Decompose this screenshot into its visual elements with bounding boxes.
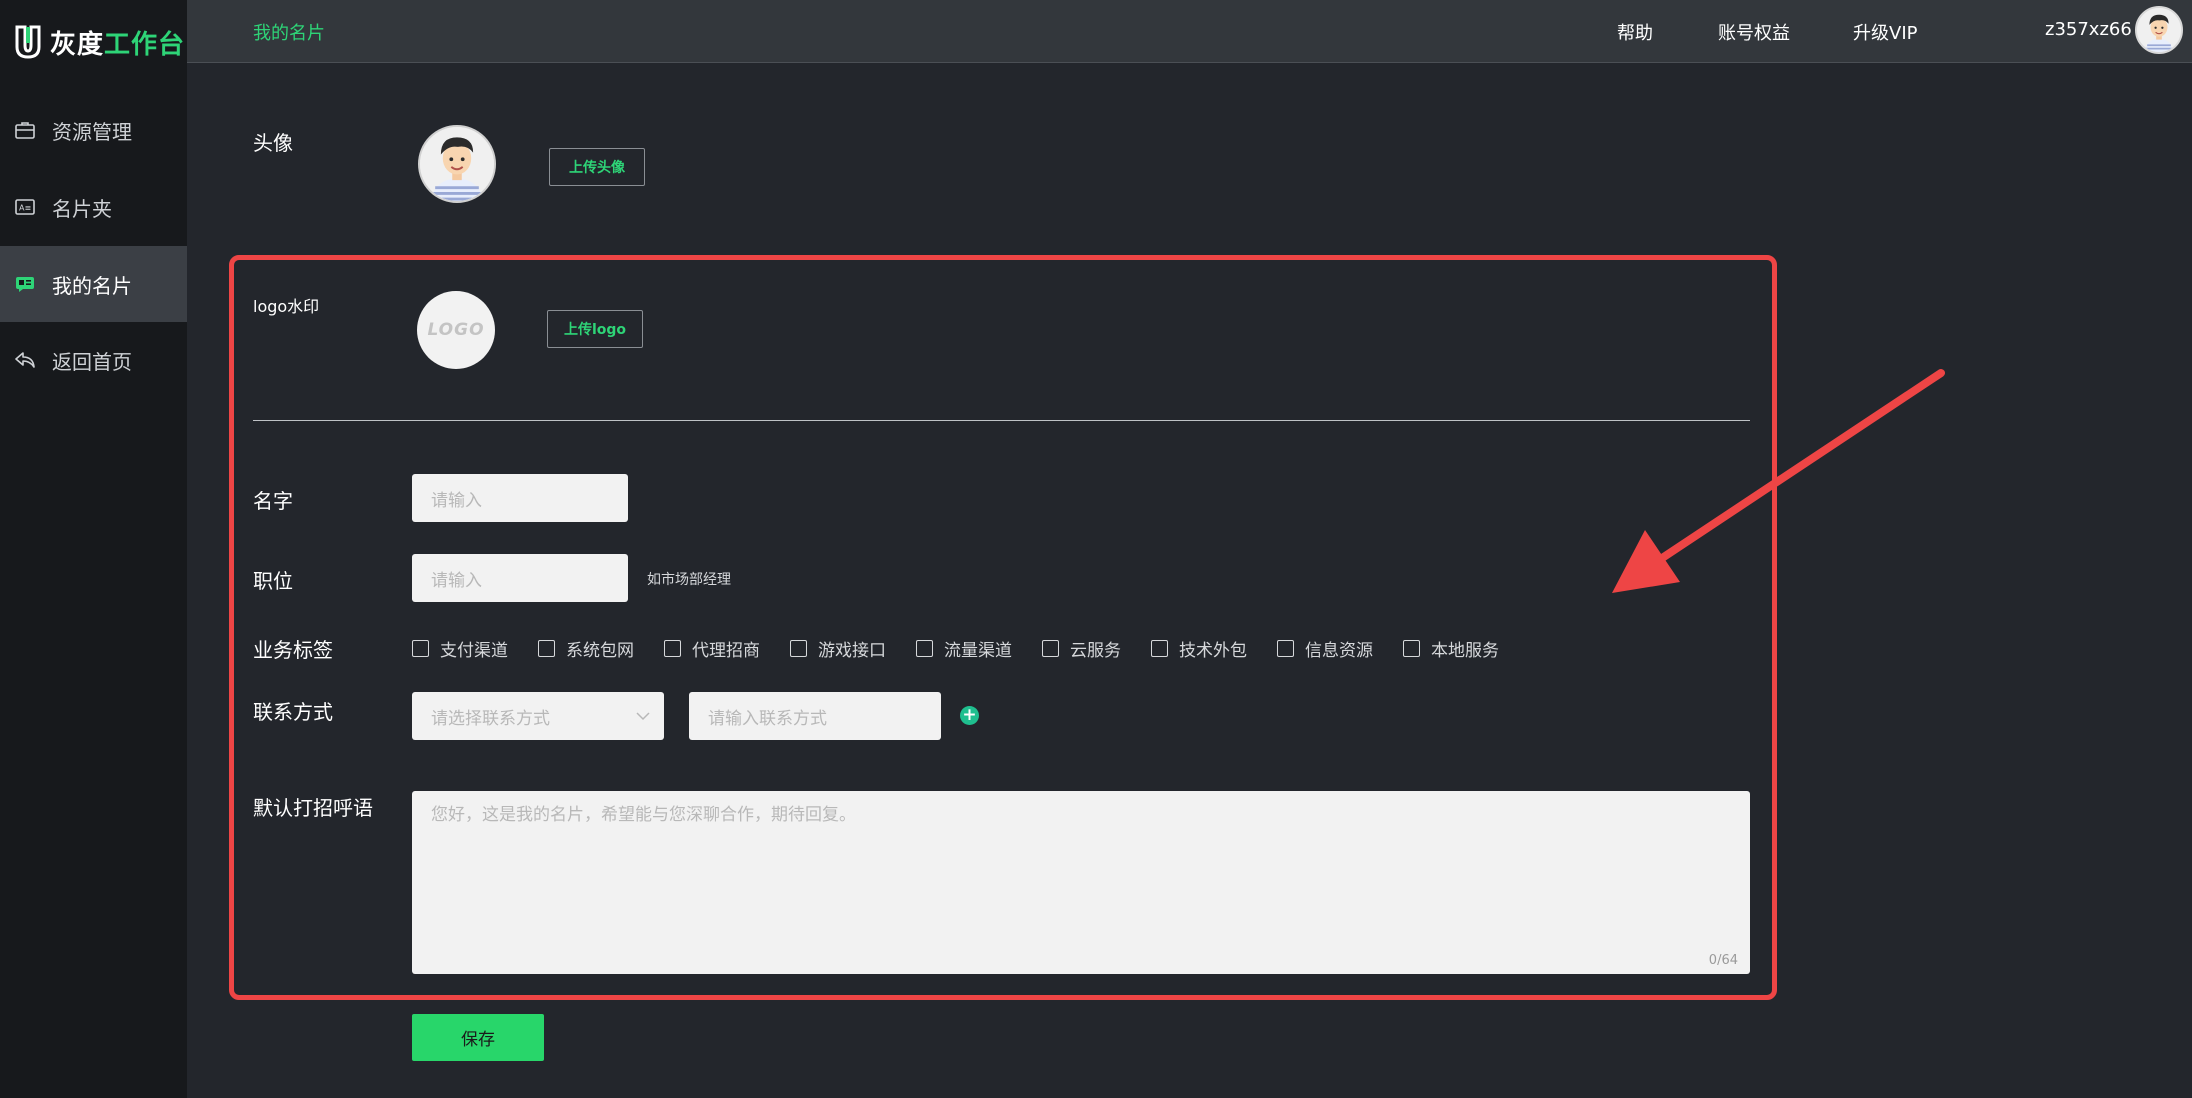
tag-checkbox-info[interactable]: 信息资源 bbox=[1277, 636, 1373, 661]
checkbox-label: 本地服务 bbox=[1431, 641, 1499, 661]
position-label: 职位 bbox=[253, 569, 293, 593]
logo-text-part2: 工作台 bbox=[104, 29, 186, 60]
logo-watermark-label: logo水印 bbox=[253, 297, 320, 316]
position-hint: 如市场部经理 bbox=[647, 572, 731, 588]
upload-avatar-button[interactable]: 上传头像 bbox=[549, 148, 645, 186]
name-input[interactable]: 请输入 bbox=[412, 474, 628, 522]
sidebar-item-label: 返回首页 bbox=[52, 349, 132, 374]
card-folder-icon: A≡ bbox=[14, 196, 36, 218]
checkbox-label: 系统包网 bbox=[566, 641, 634, 661]
tag-checkbox-outsourcing[interactable]: 技术外包 bbox=[1151, 636, 1247, 661]
checkbox[interactable] bbox=[916, 640, 933, 657]
checkbox[interactable] bbox=[1042, 640, 1059, 657]
shield-logo-icon bbox=[15, 25, 41, 59]
checkbox-label: 代理招商 bbox=[692, 641, 760, 661]
tag-checkbox-payment[interactable]: 支付渠道 bbox=[412, 636, 508, 661]
checkbox[interactable] bbox=[1151, 640, 1168, 657]
add-contact-button[interactable]: + bbox=[960, 706, 979, 725]
checkbox-label: 支付渠道 bbox=[440, 641, 508, 661]
greeting-label: 默认打招呼语 bbox=[253, 796, 373, 820]
app-logo[interactable]: 灰度工作台 bbox=[14, 22, 185, 62]
user-avatar[interactable] bbox=[2135, 6, 2183, 54]
name-label: 名字 bbox=[253, 489, 293, 513]
checkbox[interactable] bbox=[1277, 640, 1294, 657]
sidebar-item-label: 我的名片 bbox=[52, 273, 132, 298]
logo-placeholder: LOGO bbox=[417, 291, 495, 369]
logo-text: 灰度工作台 bbox=[50, 24, 185, 61]
checkbox[interactable] bbox=[538, 640, 555, 657]
id-card-icon bbox=[14, 273, 36, 295]
checkbox-label: 技术外包 bbox=[1179, 641, 1247, 661]
sidebar-item-label: 名片夹 bbox=[52, 196, 112, 221]
app-root: 灰度工作台 资源管理 A≡ 名片夹 我的名片 返回首页 我的名片 帮助 账号权益… bbox=[0, 0, 2192, 1098]
section-divider bbox=[253, 420, 1750, 421]
svg-text:A≡: A≡ bbox=[19, 204, 31, 213]
business-tags-label: 业务标签 bbox=[253, 638, 333, 662]
char-counter: 0/64 bbox=[1708, 953, 1738, 968]
upgrade-vip-link[interactable]: 升级VIP bbox=[1853, 19, 1917, 45]
contact-value-input[interactable]: 请输入联系方式 bbox=[689, 692, 941, 740]
profile-avatar bbox=[418, 125, 496, 203]
checkbox[interactable] bbox=[790, 640, 807, 657]
avatar-illustration-icon bbox=[2137, 8, 2181, 52]
contact-label: 联系方式 bbox=[253, 700, 333, 724]
position-input[interactable]: 请输入 bbox=[412, 554, 628, 602]
help-link[interactable]: 帮助 bbox=[1617, 19, 1653, 45]
save-button[interactable]: 保存 bbox=[412, 1014, 544, 1061]
sidebar-item-card-folder[interactable]: A≡ 名片夹 bbox=[0, 169, 187, 245]
tag-checkbox-traffic[interactable]: 流量渠道 bbox=[916, 636, 1012, 661]
chevron-down-icon bbox=[636, 711, 650, 720]
tag-checkbox-agent[interactable]: 代理招商 bbox=[664, 636, 760, 661]
breadcrumb[interactable]: 我的名片 bbox=[253, 19, 325, 45]
briefcase-icon bbox=[14, 119, 36, 141]
checkbox-label: 游戏接口 bbox=[818, 641, 886, 661]
tag-checkbox-system[interactable]: 系统包网 bbox=[538, 636, 634, 661]
username[interactable]: z357xz66 bbox=[2045, 19, 2132, 40]
avatar-label: 头像 bbox=[253, 131, 293, 155]
sidebar-item-home[interactable]: 返回首页 bbox=[0, 322, 187, 398]
sidebar: 灰度工作台 资源管理 A≡ 名片夹 我的名片 返回首页 bbox=[0, 0, 187, 1098]
greeting-placeholder: 您好，这是我的名片，希望能与您深聊合作，期待回复。 bbox=[431, 805, 856, 825]
topbar: 我的名片 帮助 账号权益 升级VIP z357xz66 bbox=[187, 0, 2192, 63]
checkbox[interactable] bbox=[1403, 640, 1420, 657]
checkbox-label: 云服务 bbox=[1070, 641, 1121, 661]
account-rights-link[interactable]: 账号权益 bbox=[1718, 19, 1790, 45]
checkbox-label: 信息资源 bbox=[1305, 641, 1373, 661]
checkbox[interactable] bbox=[664, 640, 681, 657]
upload-logo-button[interactable]: 上传logo bbox=[547, 310, 643, 348]
sidebar-item-label: 资源管理 bbox=[52, 119, 132, 144]
checkbox-label: 流量渠道 bbox=[944, 641, 1012, 661]
tag-checkbox-local[interactable]: 本地服务 bbox=[1403, 636, 1499, 661]
sidebar-item-resource[interactable]: 资源管理 bbox=[0, 92, 187, 168]
annotation-arrow-icon bbox=[1612, 369, 1945, 593]
reply-icon bbox=[14, 349, 36, 371]
tag-checkbox-game-api[interactable]: 游戏接口 bbox=[790, 636, 886, 661]
contact-type-select[interactable]: 请选择联系方式 bbox=[412, 692, 664, 740]
greeting-textarea[interactable]: 您好，这是我的名片，希望能与您深聊合作，期待回复。 0/64 bbox=[412, 791, 1750, 974]
sidebar-item-my-card[interactable]: 我的名片 bbox=[0, 246, 187, 322]
contact-type-placeholder: 请选择联系方式 bbox=[431, 708, 550, 729]
tag-checkbox-cloud[interactable]: 云服务 bbox=[1042, 636, 1121, 661]
avatar-illustration-icon bbox=[420, 127, 494, 201]
checkbox[interactable] bbox=[412, 640, 429, 657]
logo-text-part1: 灰度 bbox=[50, 29, 105, 60]
